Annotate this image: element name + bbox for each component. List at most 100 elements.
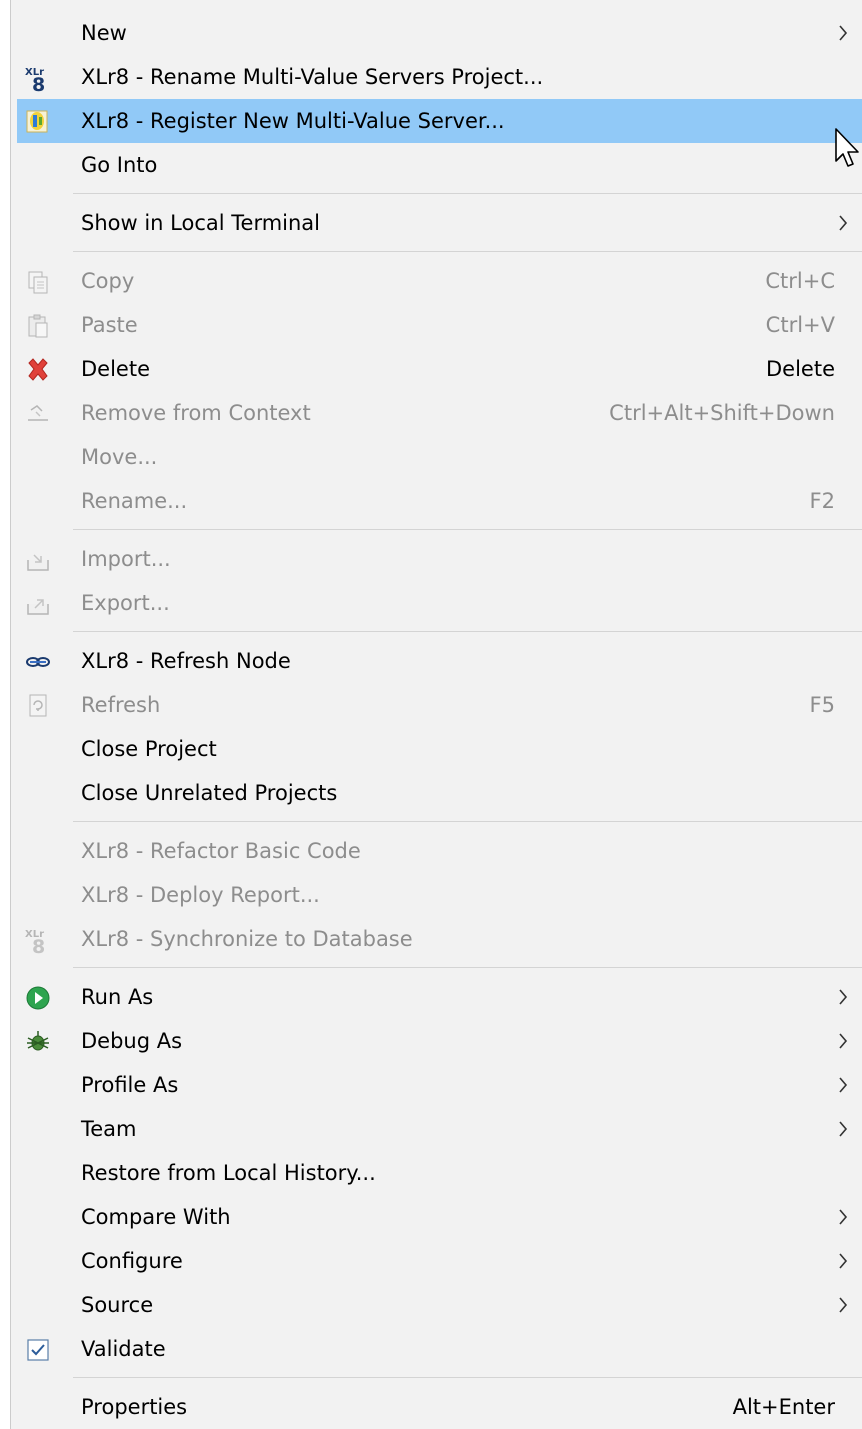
remove-from-context-icon xyxy=(24,400,52,428)
menu-item-label: Debug As xyxy=(81,1029,183,1053)
menu-item-label: Import... xyxy=(81,547,171,571)
menu-item-label: Configure xyxy=(81,1249,183,1273)
menu-item-label: Validate xyxy=(81,1337,166,1361)
menu-item-label: XLr8 - Refresh Node xyxy=(81,649,291,673)
menu-item-label: Close Project xyxy=(81,737,217,761)
menu-item-label: XLr8 - Refactor Basic Code xyxy=(81,839,361,863)
menu-item-label: Delete xyxy=(81,357,150,381)
chevron-right-icon xyxy=(834,11,854,55)
menu-item-label: Profile As xyxy=(81,1073,179,1097)
svg-text:8: 8 xyxy=(32,936,45,954)
menu-item-xlr8-refactor-basic-code[interactable]: XLr8 - Refactor Basic Code xyxy=(11,829,862,873)
xlr8-logo-icon: XLr 8 xyxy=(24,926,52,958)
menu-item-shortcut: Ctrl+C xyxy=(765,269,835,293)
menu-item-import[interactable]: Import... xyxy=(11,537,862,581)
mouse-cursor-icon xyxy=(834,127,862,169)
menu-item-label: XLr8 - Rename Multi-Value Servers Projec… xyxy=(81,65,544,89)
export-icon xyxy=(24,590,52,618)
menu-item-new[interactable]: New xyxy=(11,11,862,55)
menu-item-properties[interactable]: Properties Alt+Enter xyxy=(11,1385,862,1429)
chevron-right-icon xyxy=(834,1019,854,1063)
menu-separator xyxy=(73,193,862,194)
menu-item-xlr8-refresh-node[interactable]: XLr8 - Refresh Node xyxy=(11,639,862,683)
menu-item-label: Close Unrelated Projects xyxy=(81,781,338,805)
delete-icon xyxy=(24,356,52,384)
bug-icon xyxy=(24,1028,52,1056)
menu-item-compare-with[interactable]: Compare With xyxy=(11,1195,862,1239)
menu-item-delete[interactable]: Delete Delete xyxy=(11,347,862,391)
menu-item-source[interactable]: Source xyxy=(11,1283,862,1327)
menu-item-refresh[interactable]: Refresh F5 xyxy=(11,683,862,727)
menu-item-label: Export... xyxy=(81,591,170,615)
chevron-right-icon xyxy=(834,201,854,245)
menu-item-close-unrelated-projects[interactable]: Close Unrelated Projects xyxy=(11,771,862,815)
menu-item-run-as[interactable]: Run As xyxy=(11,975,862,1019)
chevron-right-icon xyxy=(834,1107,854,1151)
menu-item-copy[interactable]: Copy Ctrl+C xyxy=(11,259,862,303)
menu-item-export[interactable]: Export... xyxy=(11,581,862,625)
menu-item-paste[interactable]: Paste Ctrl+V xyxy=(11,303,862,347)
menu-item-rename[interactable]: Rename... F2 xyxy=(11,479,862,523)
menu-item-label: Restore from Local History... xyxy=(81,1161,376,1185)
refresh-icon xyxy=(24,692,52,720)
menu-item-label: Run As xyxy=(81,985,154,1009)
paste-icon xyxy=(24,312,52,340)
menu-item-go-into[interactable]: Go Into xyxy=(11,143,862,187)
chevron-right-icon xyxy=(834,1239,854,1283)
menu-item-label: Copy xyxy=(81,269,135,293)
menu-item-label: Remove from Context xyxy=(81,401,311,425)
chevron-right-icon xyxy=(834,1063,854,1107)
chevron-right-icon xyxy=(834,975,854,1019)
menu-item-xlr8-synchronize-to-database[interactable]: XLr 8 XLr8 - Synchronize to Database xyxy=(11,917,862,961)
menu-item-label: Source xyxy=(81,1293,154,1317)
menu-item-label: Move... xyxy=(81,445,158,469)
menu-item-shortcut: Ctrl+Alt+Shift+Down xyxy=(609,401,835,425)
menu-item-label: Rename... xyxy=(81,489,188,513)
menu-item-label: Paste xyxy=(81,313,138,337)
menu-separator xyxy=(73,967,862,968)
menu-item-label: XLr8 - Register New Multi-Value Server..… xyxy=(81,109,505,133)
menu-item-debug-as[interactable]: Debug As xyxy=(11,1019,862,1063)
checkbox-checked-icon xyxy=(24,1336,52,1364)
menu-separator xyxy=(73,251,862,252)
menu-item-xlr8-register-server[interactable]: XLr8 - Register New Multi-Value Server..… xyxy=(17,99,862,143)
link-refresh-icon xyxy=(24,648,52,676)
menu-item-label: New xyxy=(81,21,127,45)
menu-item-label: XLr8 - Synchronize to Database xyxy=(81,927,413,951)
menu-item-team[interactable]: Team xyxy=(11,1107,862,1151)
menu-item-shortcut: Ctrl+V xyxy=(765,313,835,337)
menu-separator xyxy=(73,1377,862,1378)
chevron-right-icon xyxy=(834,1195,854,1239)
chevron-right-icon xyxy=(834,1283,854,1327)
menu-item-show-in-local-terminal[interactable]: Show in Local Terminal xyxy=(11,201,862,245)
menu-item-validate[interactable]: Validate xyxy=(11,1327,862,1371)
menu-item-shortcut: F2 xyxy=(809,489,835,513)
menu-item-profile-as[interactable]: Profile As xyxy=(11,1063,862,1107)
menu-separator xyxy=(73,821,862,822)
menu-item-label: Refresh xyxy=(81,693,161,717)
menu-item-shortcut: F5 xyxy=(809,693,835,717)
menu-item-shortcut: Delete xyxy=(766,357,835,381)
svg-text:8: 8 xyxy=(32,74,45,92)
xlr8-logo-icon: XLr 8 xyxy=(24,64,52,96)
menu-separator xyxy=(73,631,862,632)
menu-item-label: Properties xyxy=(81,1395,188,1419)
menu-item-label: Team xyxy=(81,1117,137,1141)
menu-item-xlr8-deploy-report[interactable]: XLr8 - Deploy Report... xyxy=(11,873,862,917)
run-icon xyxy=(24,984,52,1012)
copy-icon xyxy=(24,268,52,296)
menu-item-label: Compare With xyxy=(81,1205,231,1229)
import-icon xyxy=(24,546,52,574)
menu-item-label: Go Into xyxy=(81,153,158,177)
menu-separator xyxy=(73,529,862,530)
menu-item-close-project[interactable]: Close Project xyxy=(11,727,862,771)
menu-item-move[interactable]: Move... xyxy=(11,435,862,479)
menu-item-xlr8-rename-project[interactable]: XLr 8 XLr8 - Rename Multi-Value Servers … xyxy=(11,55,862,99)
context-menu: New XLr 8 XLr8 - Rename Multi-Value Serv… xyxy=(10,0,862,1429)
menu-item-shortcut: Alt+Enter xyxy=(732,1395,835,1419)
menu-item-configure[interactable]: Configure xyxy=(11,1239,862,1283)
menu-item-remove-from-context[interactable]: Remove from Context Ctrl+Alt+Shift+Down xyxy=(11,391,862,435)
menu-item-label: Show in Local Terminal xyxy=(81,211,321,235)
menu-item-restore-from-local-history[interactable]: Restore from Local History... xyxy=(11,1151,862,1195)
menu-item-label: XLr8 - Deploy Report... xyxy=(81,883,320,907)
